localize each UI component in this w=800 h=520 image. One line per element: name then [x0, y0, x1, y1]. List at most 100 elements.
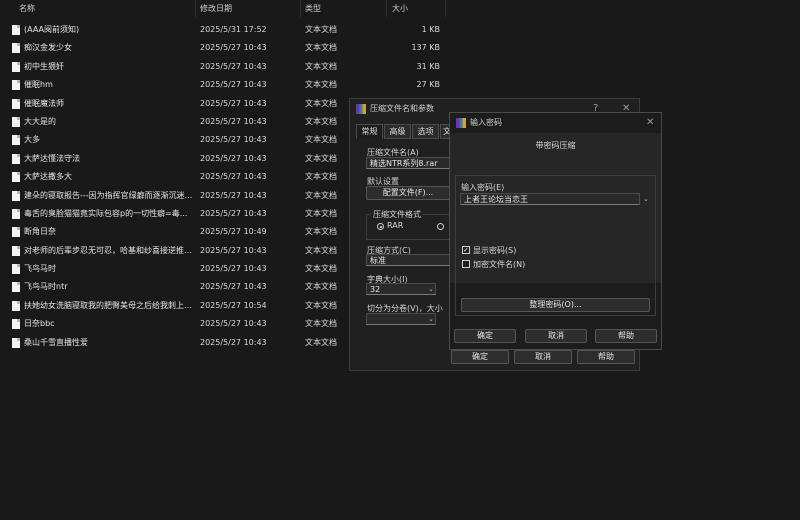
file-name: 扶她幼女洗脑寝取我的肥臀美母之后给我刺上绝... [24, 300, 194, 310]
cancel-button[interactable]: 取消 [514, 350, 572, 364]
cancel-button[interactable]: 取消 [525, 329, 587, 343]
file-row[interactable]: 初中生猥奸 2025/5/27 10:43 文本文档 31 KB [0, 58, 446, 76]
encrypt-filenames-label: 加密文件名(N) [473, 260, 526, 269]
show-password-label: 显示密码(S) [473, 246, 517, 255]
help-button[interactable]: 帮助 [595, 329, 657, 343]
show-password-checkbox[interactable]: ✓ [462, 246, 470, 254]
column-header-type[interactable]: 类型 [301, 0, 387, 17]
tab-advanced[interactable]: 高级 [384, 124, 411, 139]
password-dialog: 输入密码 ✕ 带密码压缩 输入密码(E) 上者王论坛当恋王 ⌄ ✓ 显示密码(S… [449, 112, 662, 350]
column-header-name[interactable]: 名称 [0, 0, 196, 17]
archive-dialog-title: 压缩文件名和参数 [370, 104, 434, 113]
chevron-down-icon[interactable]: ⌄ [643, 195, 649, 203]
file-size: 137 KB [411, 43, 440, 53]
zip-radio[interactable] [437, 223, 444, 230]
archive-name-input[interactable]: 精选NTR系列8.rar [366, 157, 450, 169]
file-modified-date: 2025/5/27 10:43 [200, 116, 267, 126]
password-dialog-title: 输入密码 [470, 118, 502, 127]
winrar-app-icon [456, 118, 466, 128]
ok-button[interactable]: 确定 [454, 329, 516, 343]
file-name: 建朵的寝取报告---因为指挥官绿癖而逐渐沉迷... [24, 190, 193, 200]
text-file-icon [12, 25, 20, 35]
rar-radio[interactable] [377, 223, 384, 230]
file-name: 大萨达懂法守法 [24, 153, 80, 163]
tab-options[interactable]: 选项 [412, 124, 439, 139]
password-dialog-titlebar[interactable]: 输入密码 ✕ [450, 113, 661, 133]
encrypt-filenames-checkbox[interactable] [462, 260, 470, 268]
file-modified-date: 2025/5/27 10:49 [200, 227, 267, 237]
chevron-down-icon: ⌄ [428, 285, 434, 293]
file-modified-date: 2025/5/27 10:43 [200, 172, 267, 182]
text-file-icon [12, 190, 20, 201]
compression-method-select[interactable]: 标准 [366, 254, 450, 266]
text-file-icon [12, 43, 20, 54]
close-icon[interactable]: ✕ [646, 113, 654, 133]
text-file-icon [12, 80, 20, 91]
file-name: 日奈bbc [24, 319, 55, 329]
file-row[interactable]: (AAA阅前须知) 2025/5/31 17:52 文本文档 1 KB [0, 21, 446, 39]
file-modified-date: 2025/5/27 10:43 [200, 208, 267, 218]
file-name: 大大是的 [24, 116, 56, 126]
file-modified-date: 2025/5/27 10:43 [200, 337, 267, 347]
enter-password-label: 输入密码(E) [461, 183, 505, 192]
file-modified-date: 2025/5/27 10:43 [200, 190, 267, 200]
archive-format-label: 压缩文件格式 [371, 209, 423, 220]
file-name: 断角日奈 [24, 227, 56, 237]
file-type: 文本文档 [305, 61, 337, 71]
file-modified-date: 2025/5/27 10:43 [200, 319, 267, 329]
file-modified-date: 2025/5/27 10:43 [200, 135, 267, 145]
file-name: 催眠魔法师 [24, 98, 64, 108]
file-modified-date: 2025/5/27 10:43 [200, 264, 267, 274]
file-modified-date: 2025/5/27 10:43 [200, 98, 267, 108]
password-dialog-subtitle: 带密码压缩 [535, 141, 576, 150]
column-type-label: 类型 [305, 4, 321, 13]
text-file-icon [12, 300, 20, 311]
file-modified-date: 2025/5/27 10:54 [200, 300, 267, 310]
text-file-icon [12, 264, 20, 275]
column-header-date[interactable]: 修改日期 [196, 0, 301, 17]
file-modified-date: 2025/5/27 10:43 [200, 245, 267, 255]
text-file-icon [12, 135, 20, 146]
file-name: 痴汉金发少女 [24, 43, 72, 53]
file-row[interactable]: 催眠hm 2025/5/27 10:43 文本文档 27 KB [0, 76, 446, 94]
dictionary-size-select[interactable]: 32 [366, 283, 436, 295]
text-file-icon [12, 208, 20, 219]
file-modified-date: 2025/5/27 10:43 [200, 282, 267, 292]
file-name: 大多 [24, 135, 40, 145]
file-modified-date: 2025/5/27 10:43 [200, 80, 267, 90]
text-file-icon [12, 116, 20, 127]
column-name-label: 名称 [19, 4, 35, 13]
file-size: 1 KB [421, 25, 440, 34]
profiles-button[interactable]: 配置文件(F)... [366, 186, 450, 200]
file-type: 文本文档 [305, 43, 337, 53]
file-name: (AAA阅前须知) [24, 25, 80, 34]
text-file-icon [12, 153, 20, 164]
file-name: 飞鸟马时ntr [24, 282, 68, 292]
file-row[interactable]: 痴汉金发少女 2025/5/27 10:43 文本文档 137 KB [0, 39, 446, 57]
split-volumes-input[interactable] [366, 313, 436, 325]
file-modified-date: 2025/5/27 10:43 [200, 61, 267, 71]
file-name: 大萨达撒多大 [24, 172, 72, 182]
file-modified-date: 2025/5/27 10:43 [200, 153, 267, 163]
column-header-size[interactable]: 大小 [387, 0, 446, 17]
file-size: 27 KB [416, 80, 440, 90]
file-size: 31 KB [416, 61, 440, 71]
help-button[interactable]: 帮助 [577, 350, 635, 364]
organize-passwords-button[interactable]: 整理密码(O)... [461, 298, 650, 312]
file-modified-date: 2025/5/27 10:43 [200, 43, 267, 53]
rar-radio-label: RAR [387, 221, 404, 230]
file-modified-date: 2025/5/31 17:52 [200, 25, 267, 34]
file-type: 文本文档 [305, 80, 337, 90]
text-file-icon [12, 282, 20, 293]
file-list-header: 名称 修改日期 类型 大小 [0, 0, 446, 17]
chevron-down-icon: ⌄ [428, 315, 434, 323]
password-input[interactable]: 上者王论坛当恋王 [460, 193, 640, 205]
tab-general[interactable]: 常规 [356, 124, 383, 139]
text-file-icon [12, 337, 20, 348]
text-file-icon [12, 172, 20, 183]
text-file-icon [12, 61, 20, 72]
file-name: 毒舌的臭脸猫猫竟实际包容p的一切性癖=毒... [24, 208, 188, 218]
file-name: 对老师的后辈步忍无可忍，哈基和纱喜接逆推攫... [24, 245, 194, 255]
ok-button[interactable]: 确定 [451, 350, 509, 364]
file-name: 桑山千雪直播性爱 [24, 337, 88, 347]
